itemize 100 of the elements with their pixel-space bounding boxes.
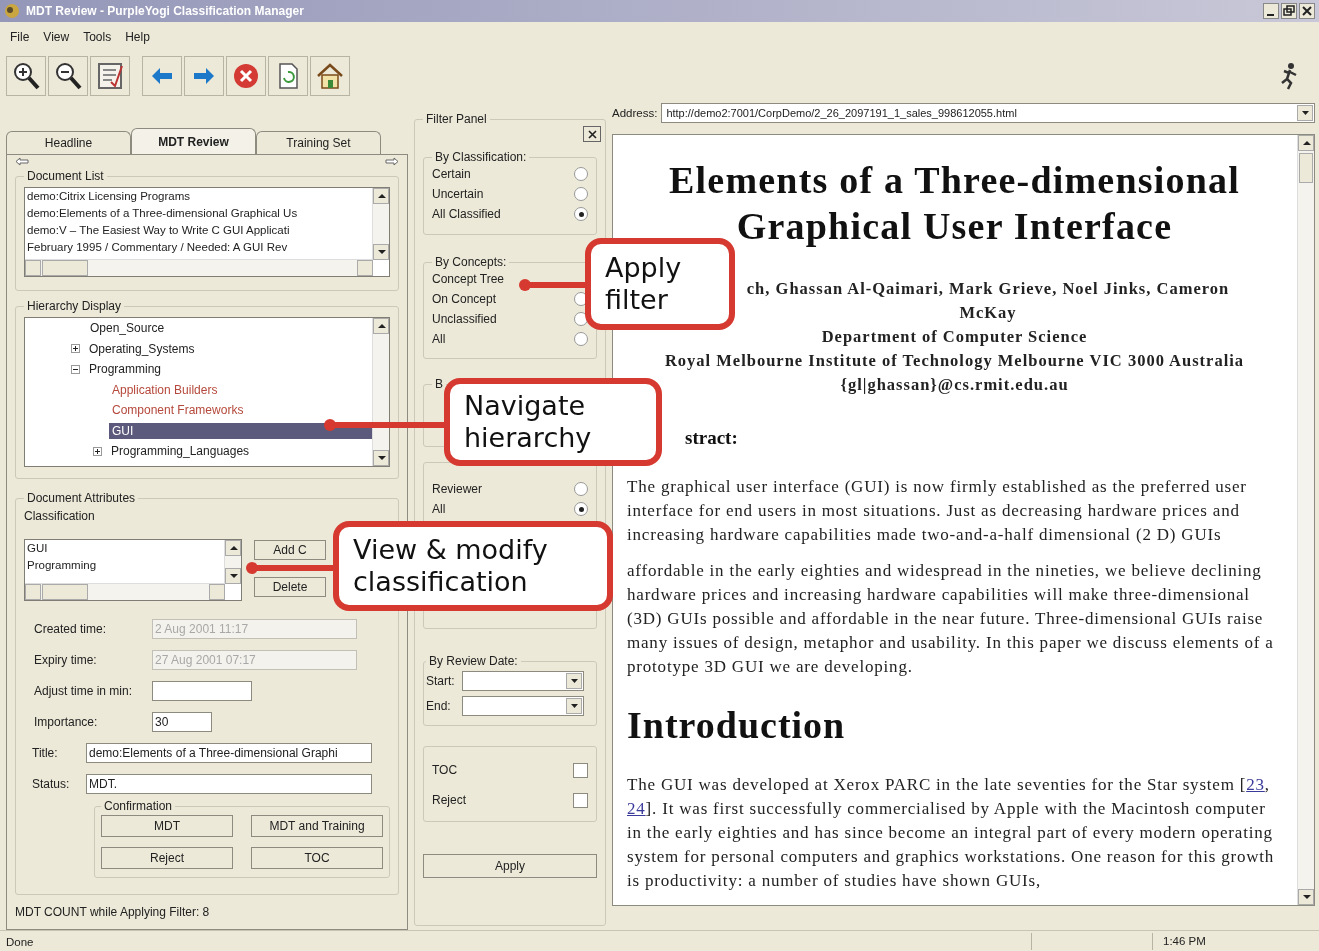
tab[interactable]: Headline [6, 131, 131, 154]
field-label: Status: [32, 776, 71, 791]
confirmation-button[interactable]: TOC [251, 847, 383, 869]
horizontal-scrollbar[interactable] [25, 583, 225, 600]
group-title: By Review Date: [428, 654, 519, 668]
tree-item[interactable]: GUI [109, 422, 373, 439]
refresh-button[interactable] [268, 56, 308, 96]
apply-button[interactable]: Apply [423, 854, 597, 878]
field-label: Start: [426, 673, 456, 688]
group-title: Document List [26, 169, 105, 183]
field-label: Importance: [34, 714, 99, 729]
menu-item[interactable]: Tools [83, 30, 112, 44]
checklist-button[interactable] [90, 56, 130, 96]
text-field[interactable] [152, 680, 252, 701]
classification-button[interactable]: Delete [254, 577, 326, 597]
document-list-item[interactable]: demo:Elements of a Three-dimensional Graphical Us [27, 205, 373, 222]
classification-item[interactable]: Programming [27, 557, 97, 574]
menu-item[interactable]: File [10, 30, 30, 44]
reference-link[interactable]: 24 [627, 799, 646, 818]
running-figure-icon [1279, 62, 1299, 90]
address-field[interactable]: http://demo2:7001/CorpDemo/2_26_2097191_1_sales_998612055.html [661, 103, 1315, 123]
expander-icon[interactable] [93, 446, 102, 456]
field-label: Expiry time: [34, 652, 98, 667]
horizontal-scrollbar[interactable] [25, 259, 373, 276]
document-list-item[interactable]: demo:Citrix Licensing Programs [27, 188, 373, 205]
app-icon [4, 3, 20, 19]
date-dropdown[interactable] [462, 695, 584, 716]
confirmation-button[interactable]: MDT [101, 815, 233, 837]
document-list-item[interactable]: demo:V – The Easiest Way to Write C GUI Applicati [27, 222, 373, 239]
group-title: Hierarchy Display [26, 299, 123, 313]
radio-button[interactable] [574, 312, 588, 326]
callout: View & modify classification [333, 521, 613, 611]
option-label: Certain [432, 167, 471, 181]
dropdown-arrow-icon [570, 678, 578, 683]
home-button[interactable] [310, 56, 350, 96]
option-label: Concept Tree [432, 272, 505, 286]
section-heading: stract: [685, 427, 739, 449]
tree-item[interactable]: Operating_Systems [86, 340, 198, 357]
option-label: On Concept [432, 292, 497, 306]
tree-item[interactable]: Programming_Languages [108, 443, 253, 460]
tree-item[interactable]: Open_Source [87, 320, 168, 337]
back-button[interactable] [142, 56, 182, 96]
tree-item[interactable]: Programming [86, 361, 165, 378]
radio-button[interactable] [574, 332, 588, 346]
maximize-icon[interactable] [1281, 3, 1297, 19]
group-title: Confirmation [103, 799, 174, 813]
paragraph: The GUI was developed at Xerox PARC in the late seventies for the Star system [23, 24]. It was first successfully commercialised by Apple with the Macintosh computer in the early eighties and has since become an integral part of every modern operating system for personal computers and graphics workstations. One reason for this growth is productivity: a number of studies have shown GUIs, [627, 774, 1276, 892]
confirmation-button[interactable]: Reject [101, 847, 233, 869]
window-title: MDT Review - PurpleYogi Classification Manager [26, 4, 304, 18]
tree-item[interactable]: Component Frameworks [109, 402, 247, 419]
group-title: By Classification: [434, 150, 528, 164]
scroll-left-icon[interactable] [15, 157, 29, 166]
radio-button[interactable] [574, 167, 588, 181]
affiliation-line: {gl|ghassan}@cs.rmit.edu.au [839, 374, 1070, 396]
author-list: ch, Ghassan Al-Qaimari, Mark Grieve, Noel Jinks, Cameron McKay [743, 277, 1233, 325]
menu-item[interactable]: View [43, 30, 70, 44]
radio-button[interactable] [574, 482, 588, 496]
panel-title: Filter Panel [425, 112, 488, 126]
document-list-item[interactable]: February 1995 / Commentary / Needed: A GUI Rev [27, 239, 373, 256]
close-icon[interactable] [1299, 3, 1315, 19]
callout: Apply filter [585, 238, 735, 330]
tab[interactable]: Training Set [256, 131, 381, 154]
classification-button[interactable]: Add C [254, 540, 326, 560]
count-label: MDT COUNT while Applying Filter: 8 [15, 904, 211, 921]
scroll-right-icon[interactable] [385, 157, 399, 166]
option-label: Reject [432, 793, 466, 807]
date-dropdown[interactable] [462, 670, 584, 691]
radio-button[interactable] [574, 207, 588, 221]
minimize-icon[interactable] [1263, 3, 1279, 19]
status-text: Done [6, 935, 34, 948]
tree-item[interactable]: Application Builders [109, 381, 221, 398]
stop-button[interactable] [226, 56, 266, 96]
zoom-out-button[interactable] [48, 56, 88, 96]
close-button[interactable] [583, 126, 601, 142]
group-title: B [434, 377, 444, 391]
zoom-in-button[interactable] [6, 56, 46, 96]
classification-item[interactable]: GUI [27, 540, 48, 557]
field-label: Created time: [34, 621, 108, 636]
radio-button[interactable] [574, 187, 588, 201]
option-label: Unclassified [432, 312, 497, 326]
paragraph: affordable in the early eighties and widespread in the nineties, we believe declining hardware prices and increasing hardware capabilities will make three-dimensional (3D) GUIs possible and affordable in the near future. Three-dimensional GUIs raise many issues of design, metaphor and usability. In this paper we discuss elements of a prototype 3D GUI we are developing. [627, 560, 1275, 678]
radio-button[interactable] [574, 502, 588, 516]
tab[interactable]: MDT Review [131, 128, 256, 154]
confirmation-button[interactable]: MDT and Training [251, 815, 383, 837]
checkbox[interactable] [573, 792, 588, 808]
menu-item[interactable]: Help [125, 30, 150, 44]
checkbox[interactable] [573, 762, 588, 778]
text-field[interactable]: 30 [152, 711, 212, 732]
field-label: End: [426, 698, 452, 713]
text-field[interactable]: MDT. [86, 773, 372, 794]
reference-link[interactable]: 23 [1246, 775, 1265, 794]
expander-icon[interactable] [71, 364, 80, 374]
group-title: By Concepts: [434, 255, 508, 269]
affiliation-line: Royal Melbourne Institute of Technology Melbourne VIC 3000 Australia [663, 350, 1246, 372]
option-label: All [432, 502, 446, 516]
text-field[interactable]: demo:Elements of a Three-dimensional Graphi [86, 742, 372, 763]
classification-label: Classification [24, 509, 96, 523]
expander-icon[interactable] [71, 344, 80, 354]
forward-button[interactable] [184, 56, 224, 96]
dropdown-arrow-icon[interactable] [1301, 111, 1309, 115]
